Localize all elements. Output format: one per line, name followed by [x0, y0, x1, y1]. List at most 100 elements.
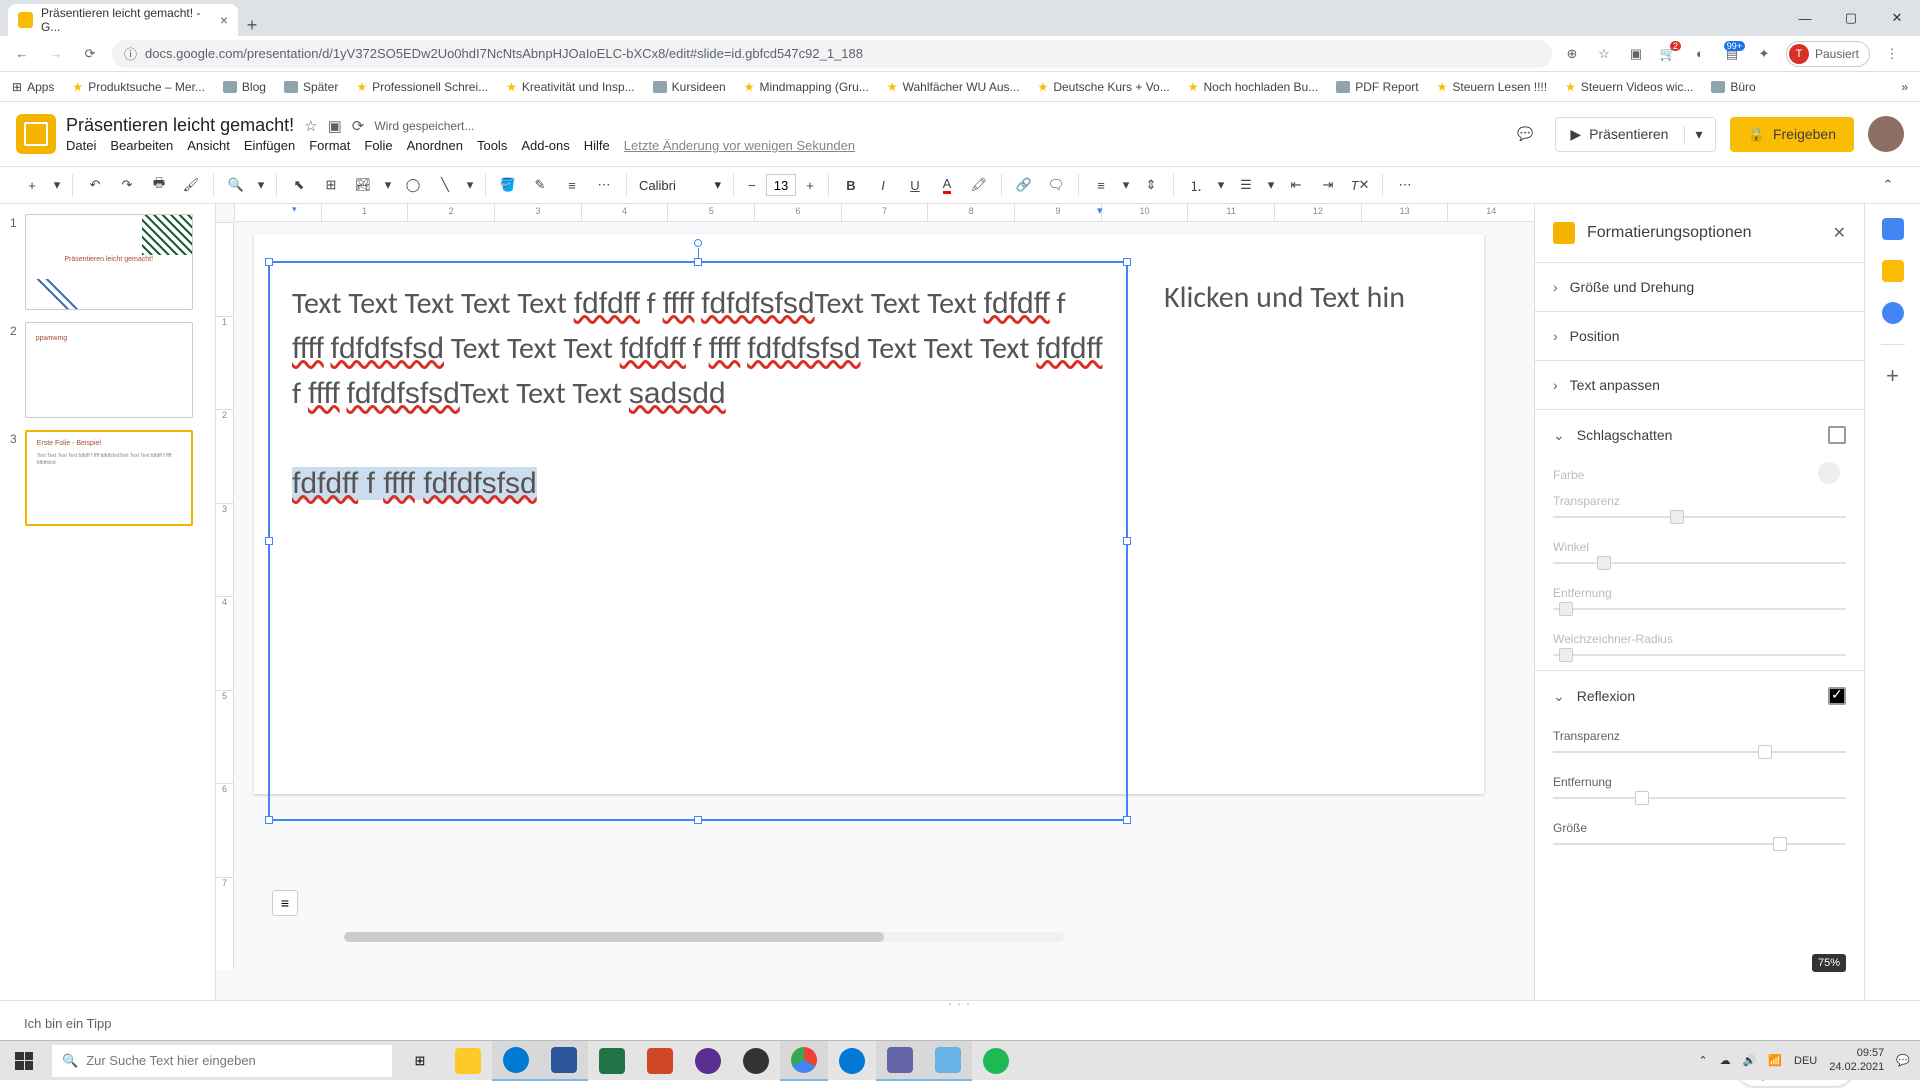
placeholder-text[interactable]: Klicken und Text hin — [1164, 279, 1405, 316]
menu-tools[interactable]: Tools — [477, 138, 507, 153]
cart-icon[interactable]: 🛒2 — [1658, 44, 1678, 64]
close-tab-icon[interactable]: × — [220, 12, 228, 28]
indent-decrease-icon[interactable]: ⇤ — [1282, 171, 1310, 199]
back-icon[interactable]: ← — [10, 42, 34, 66]
horizontal-scrollbar[interactable] — [344, 932, 1064, 942]
border-weight-icon[interactable]: ≡ — [558, 171, 586, 199]
close-panel-icon[interactable]: ✕ — [1833, 223, 1846, 243]
slide-thumbnail[interactable]: ppwnwmg — [25, 322, 193, 418]
account-avatar[interactable] — [1868, 116, 1904, 152]
menu-format[interactable]: Format — [309, 138, 350, 153]
select-tool-icon[interactable]: ⬉ — [285, 171, 313, 199]
section-size-rotation[interactable]: ›Größe und Drehung — [1535, 262, 1864, 311]
spotify-icon[interactable] — [972, 1041, 1020, 1081]
section-reflection[interactable]: ⌄Reflexion — [1535, 670, 1864, 721]
textbox-icon[interactable]: ⊞ — [317, 171, 345, 199]
url-input[interactable]: ⓘ docs.google.com/presentation/d/1yV372S… — [112, 40, 1552, 68]
bookmark-star-icon[interactable]: ☆ — [1594, 44, 1614, 64]
underline-icon[interactable]: U — [901, 171, 929, 199]
new-slide-dropdown-icon[interactable]: ▾ — [50, 171, 64, 199]
slide-thumbnail[interactable]: Präsentieren leicht gemacht! — [25, 214, 193, 310]
line-spacing-icon[interactable]: ⇕ — [1137, 171, 1165, 199]
bookmark-item[interactable]: Später — [284, 80, 338, 94]
menu-insert[interactable]: Einfügen — [244, 138, 295, 153]
section-text-fit[interactable]: ›Text anpassen — [1535, 360, 1864, 409]
reflection-size-slider[interactable] — [1553, 843, 1846, 845]
resize-handle[interactable] — [694, 258, 702, 266]
font-size-decrease[interactable]: − — [742, 175, 762, 195]
resize-handle[interactable] — [1123, 537, 1131, 545]
bookmark-item[interactable]: Blog — [223, 80, 266, 94]
print-icon[interactable]: 🖶 — [145, 171, 173, 199]
reflection-transparency-slider[interactable] — [1553, 751, 1846, 753]
vertical-ruler[interactable]: 1234567 — [216, 222, 234, 970]
notes-drag-handle[interactable]: • • • — [0, 1000, 1920, 1008]
wifi-icon[interactable]: 📶 — [1768, 1054, 1782, 1067]
bookmark-item[interactable]: ★Noch hochladen Bu... — [1188, 80, 1319, 94]
add-addon-icon[interactable]: + — [1882, 365, 1904, 387]
keep-icon[interactable] — [1882, 260, 1904, 282]
image-icon[interactable]: 🏞 — [349, 171, 377, 199]
font-size-input[interactable] — [766, 174, 796, 196]
maximize-icon[interactable]: ▢ — [1828, 0, 1874, 36]
bookmark-item[interactable]: Kursideen — [653, 80, 726, 94]
shadow-checkbox[interactable] — [1828, 426, 1846, 444]
resize-handle[interactable] — [1123, 258, 1131, 266]
filmstrip-toggle-icon[interactable]: ≡ — [272, 890, 298, 916]
fill-color-icon[interactable]: 🪣 — [494, 171, 522, 199]
italic-icon[interactable]: I — [869, 171, 897, 199]
star-icon[interactable]: ☆ — [304, 117, 317, 135]
font-select[interactable]: Calibri▾ — [635, 175, 725, 195]
bookmark-item[interactable]: ★Mindmapping (Gru... — [744, 80, 869, 94]
bold-icon[interactable]: B — [837, 171, 865, 199]
highlight-icon[interactable]: 🖍 — [965, 171, 993, 199]
edge-icon[interactable] — [492, 1041, 540, 1081]
bookmark-item[interactable]: ★Kreativität und Insp... — [506, 80, 635, 94]
document-title[interactable]: Präsentieren leicht gemacht! — [66, 115, 294, 136]
present-button[interactable]: ▶ Präsentieren ▾ — [1555, 117, 1715, 152]
reflection-checkbox[interactable] — [1828, 687, 1846, 705]
resize-handle[interactable] — [1123, 816, 1131, 824]
horizontal-ruler[interactable]: ▾▾ 1234567891011121314 — [234, 204, 1534, 222]
obs-icon[interactable] — [732, 1041, 780, 1081]
text-content[interactable]: Text Text Text Text Text fdfdff f ffff f… — [270, 263, 1126, 524]
menu-edit[interactable]: Bearbeiten — [110, 138, 173, 153]
menu-help[interactable]: Hilfe — [584, 138, 610, 153]
edge2-icon[interactable] — [828, 1041, 876, 1081]
redo-icon[interactable]: ↷ — [113, 171, 141, 199]
align-icon[interactable]: ≡ — [1087, 171, 1115, 199]
language-indicator[interactable]: DEU — [1794, 1055, 1817, 1067]
notepad-icon[interactable] — [924, 1041, 972, 1081]
font-size-increase[interactable]: + — [800, 175, 820, 195]
app-icon[interactable] — [684, 1041, 732, 1081]
taskbar-search[interactable]: 🔍Zur Suche Text hier eingeben — [52, 1045, 392, 1077]
link-icon[interactable]: 🔗 — [1010, 171, 1038, 199]
extension-icon[interactable]: ▤99+ — [1722, 44, 1742, 64]
image-dropdown-icon[interactable]: ▾ — [381, 171, 395, 199]
bookmark-item[interactable]: PDF Report — [1336, 80, 1418, 94]
bookmark-item[interactable]: ★Wahlfächer WU Aus... — [887, 80, 1020, 94]
resize-handle[interactable] — [265, 816, 273, 824]
onedrive-icon[interactable]: ☁ — [1720, 1054, 1731, 1067]
new-tab-button[interactable]: + — [238, 15, 266, 36]
extensions-menu-icon[interactable]: ✦ — [1754, 44, 1774, 64]
bookmarks-overflow-icon[interactable]: » — [1901, 80, 1908, 94]
shape-icon[interactable]: ◯ — [399, 171, 427, 199]
bookmark-item[interactable]: ★Steuern Videos wic... — [1565, 80, 1693, 94]
reader-icon[interactable]: ▣ — [1626, 44, 1646, 64]
border-color-icon[interactable]: ✎ — [526, 171, 554, 199]
browser-tab[interactable]: Präsentieren leicht gemacht! - G... × — [8, 4, 238, 36]
share-button[interactable]: 🔒 Freigeben — [1730, 117, 1854, 152]
numbered-list-icon[interactable]: ⒈ — [1182, 171, 1210, 199]
present-dropdown-icon[interactable]: ▾ — [1684, 126, 1712, 143]
indent-increase-icon[interactable]: ⇥ — [1314, 171, 1342, 199]
new-slide-button[interactable]: + — [18, 171, 46, 199]
reload-icon[interactable]: ⟳ — [78, 42, 102, 66]
menu-arrange[interactable]: Anordnen — [407, 138, 463, 153]
minimize-icon[interactable]: — — [1782, 0, 1828, 36]
undo-icon[interactable]: ↶ — [81, 171, 109, 199]
chrome-icon[interactable] — [780, 1041, 828, 1081]
zoom-icon[interactable]: 🔍 — [222, 171, 250, 199]
align-dropdown-icon[interactable]: ▾ — [1119, 171, 1133, 199]
paint-format-icon[interactable]: 🖌 — [177, 171, 205, 199]
